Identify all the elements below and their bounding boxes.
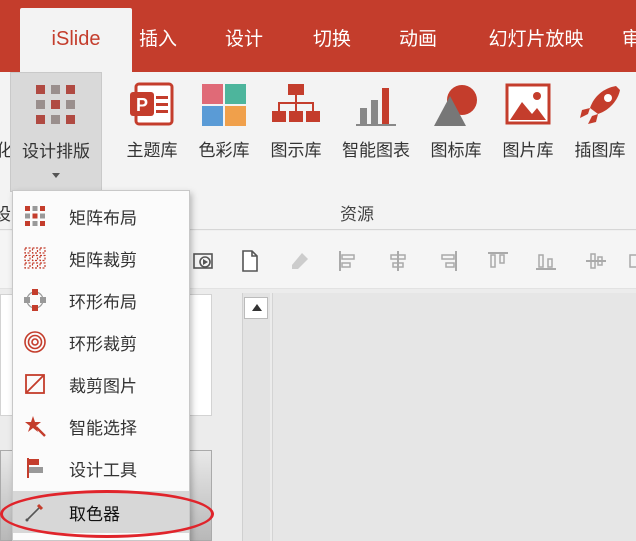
align-right-icon[interactable] [436,249,460,273]
picture-library-button[interactable]: 图片库 [494,72,562,162]
grid-layout-icon [36,85,75,124]
design-layout-label: 设计排版 [22,142,90,162]
cut-off-group-label: 设 [0,205,11,225]
align-center-icon[interactable] [386,249,410,273]
tab-design[interactable]: 设计 [220,0,268,72]
picture-library-icon [505,83,551,125]
smart-chart-icon [356,88,396,126]
smart-chart-label: 智能图表 [342,141,410,161]
color-library-button[interactable]: 色彩库 [190,72,258,162]
menu-item-color-picker[interactable]: 取色器 [13,491,189,533]
menu-item-crop-image[interactable]: 裁剪图片 [13,363,189,405]
scroll-up-button[interactable] [244,297,268,319]
crop-image-icon [25,374,45,394]
tab-review[interactable]: 审 [622,0,636,72]
menu-item-matrix-layout[interactable]: 矩阵布局 [13,195,189,237]
align-middle-icon[interactable] [584,249,608,273]
ring-crop-icon [24,331,46,353]
tab-insert[interactable]: 插入 [134,0,182,72]
vertical-scrollbar[interactable] [242,293,270,541]
menu-item-label: 环形裁剪 [69,335,137,355]
dropdown-arrow-icon [52,173,60,178]
tab-transitions[interactable]: 切换 [308,0,356,72]
menu-item-matrix-crop[interactable]: 矩阵裁剪 [13,237,189,279]
resources-group-label: 资源 [340,205,374,225]
svg-text:P: P [136,95,148,115]
new-page-icon[interactable] [238,249,262,273]
align-bottom-icon[interactable] [534,249,558,273]
menu-item-smart-select[interactable]: 智能选择 [13,405,189,447]
design-layout-dropdown-menu: 矩阵布局 矩阵裁剪 环形布局 环形裁剪 裁剪图片 智能选择 设计工具 取色器 [12,190,190,541]
illustration-library-label: 插图库 [574,141,626,161]
eyedropper-icon [25,503,44,522]
menu-item-label: 裁剪图片 [69,377,137,397]
align-left-icon[interactable] [336,249,360,273]
menu-item-ring-layout[interactable]: 环形布局 [13,279,189,321]
tab-islide[interactable]: iSlide [20,8,132,72]
eraser-icon[interactable] [288,249,312,273]
design-layout-button[interactable]: 设计排版 [10,72,102,192]
preview-icon[interactable] [192,249,216,273]
tab-animations[interactable]: 动画 [394,0,442,72]
smart-chart-button[interactable]: 智能图表 [334,72,418,162]
ribbon-tab-bar: iSlide 插入 设计 切换 动画 幻灯片放映 审 [0,0,636,72]
icon-library-icon [434,85,477,126]
icon-library-label: 图标库 [430,141,482,161]
icon-library-button[interactable]: 图标库 [422,72,490,162]
distribute-icon[interactable] [626,249,636,273]
color-library-icon [202,84,246,126]
magic-wand-icon [25,416,46,437]
diagram-library-button[interactable]: 图示库 [262,72,330,162]
diagram-library-label: 图示库 [270,141,322,161]
menu-item-design-tools[interactable]: 设计工具 [13,447,189,489]
menu-item-label: 取色器 [69,505,120,525]
menu-item-ring-crop[interactable]: 环形裁剪 [13,321,189,363]
color-library-label: 色彩库 [198,141,250,161]
tab-slideshow[interactable]: 幻灯片放映 [480,0,592,72]
menu-item-label: 矩阵布局 [69,209,137,229]
matrix-crop-icon [24,247,46,269]
ring-layout-icon [24,289,46,311]
theme-library-button[interactable]: P 主题库 [118,72,186,162]
menu-item-label: 智能选择 [69,419,137,439]
diagram-library-icon [272,84,320,122]
flag-icon [27,458,43,478]
align-top-icon[interactable] [486,249,510,273]
menu-item-label: 设计工具 [69,461,137,481]
menu-item-label: 矩阵裁剪 [69,251,137,271]
menu-item-label: 环形布局 [69,293,137,313]
matrix-layout-icon [25,206,45,226]
theme-library-icon: P [130,82,174,126]
illustration-library-button[interactable]: 插图库 [566,72,634,162]
theme-library-label: 主题库 [126,141,178,161]
rocket-icon [580,86,620,124]
picture-library-label: 图片库 [502,141,554,161]
slide-canvas[interactable] [272,293,636,541]
